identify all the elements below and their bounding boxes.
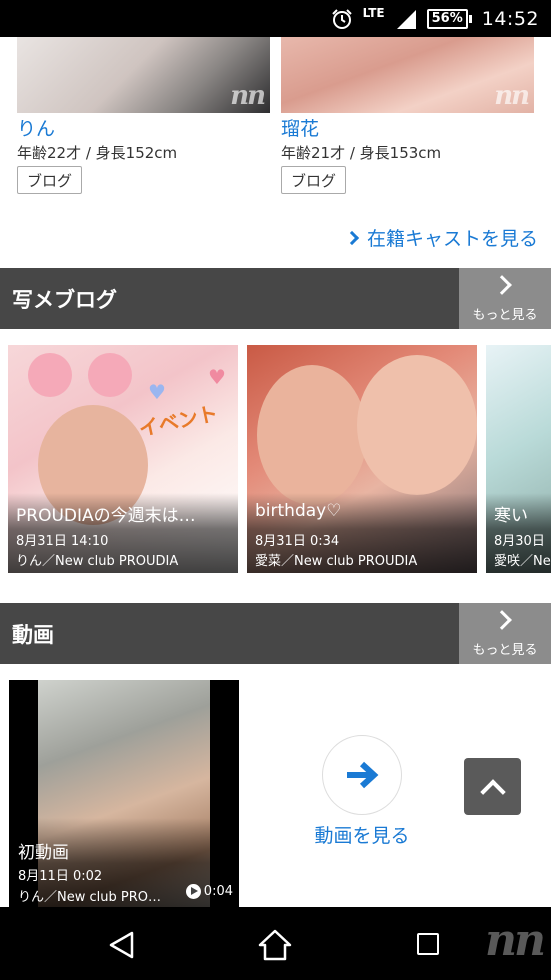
cast-name-link[interactable]: りん (17, 114, 55, 141)
blog-more-button[interactable]: もっと見る (459, 268, 551, 329)
blog-button-label: ブログ (27, 171, 73, 190)
app-screen: LTE 56% 14:52 nn nn りん 瑠花 年齢22才 / 身長152c… (0, 0, 551, 980)
blog-card-title: birthday♡ (255, 501, 342, 521)
signal-icon (396, 9, 416, 29)
see-all-cast-link[interactable]: 在籍キャストを見る (344, 224, 538, 251)
see-video-label: 動画を見る (314, 825, 410, 847)
cast-name-link[interactable]: 瑠花 (281, 114, 319, 141)
recent-apps-icon[interactable] (417, 933, 439, 955)
blog-card[interactable]: 寒い 8月30日 愛咲／New club PROUDIA (486, 345, 551, 573)
photo-subject (357, 355, 477, 495)
chevron-right-icon (344, 230, 360, 245)
section-title: 動画 (12, 623, 54, 647)
scroll-to-top-button[interactable] (464, 758, 521, 815)
bear-ear-decoration (88, 353, 132, 397)
blog-card[interactable]: birthday♡ 8月31日 0:34 愛菜／New club PROUDIA (247, 345, 477, 573)
chevron-up-icon (479, 778, 506, 805)
cast-photo[interactable]: nn (17, 37, 270, 113)
battery-level: 56% (431, 11, 463, 26)
video-author: りん／New club PRO… (18, 890, 161, 905)
navigation-bar: nn (0, 907, 551, 980)
blog-card-author: 愛菜／New club PROUDIA (255, 554, 418, 569)
photo-subject (257, 365, 367, 505)
bear-ear-decoration (28, 353, 72, 397)
see-video-link[interactable]: 動画を見る (300, 735, 424, 848)
see-all-cast-label: 在籍キャストを見る (366, 228, 538, 250)
blog-card-date: 8月30日 (494, 534, 545, 549)
chevron-right-icon (492, 610, 512, 630)
clock: 14:52 (481, 7, 539, 30)
video-duration: 0:04 (185, 884, 233, 899)
more-label: もっと見る (472, 643, 538, 658)
blog-button[interactable]: ブログ (17, 166, 83, 194)
blog-card-author: 愛咲／New club PROUDIA (494, 554, 551, 569)
cast-photo[interactable]: nn (281, 37, 534, 113)
alarm-icon (331, 8, 352, 29)
heart-icon: ♥ (208, 365, 226, 389)
blog-card-author: りん／New club PROUDIA (16, 554, 179, 569)
blog-card-title: 寒い (494, 506, 528, 526)
video-date: 8月11日 0:02 (18, 869, 103, 884)
back-icon[interactable] (108, 931, 136, 959)
blog-card-date: 8月31日 14:10 (16, 534, 109, 549)
status-bar: LTE 56% 14:52 (0, 0, 551, 37)
video-card[interactable]: 初動画 8月11日 0:02 りん／New club PRO… 0:04 (9, 680, 239, 908)
arrow-right-icon (322, 735, 402, 815)
video-title: 初動画 (18, 843, 69, 863)
more-label: もっと見る (472, 308, 538, 323)
network-type: LTE (362, 5, 385, 20)
video-duration-label: 0:04 (203, 884, 233, 899)
blog-button[interactable]: ブログ (281, 166, 347, 194)
chevron-right-icon (492, 275, 512, 295)
video-more-button[interactable]: もっと見る (459, 603, 551, 664)
blog-card[interactable]: イベント ♥ ♥ PROUDIAの今週末は… 8月31日 14:10 りん／Ne… (8, 345, 238, 573)
cast-profile-info: 年齢22才 / 身長152cm (17, 144, 178, 162)
blog-section-header: 写メブログ もっと見る (0, 268, 551, 329)
watermark-logo: nn (230, 81, 266, 111)
watermark-logo: nn (494, 81, 530, 111)
heart-icon: ♥ (148, 380, 166, 404)
video-section-header: 動画 もっと見る (0, 603, 551, 664)
section-title: 写メブログ (12, 288, 117, 312)
blog-button-label: ブログ (291, 171, 337, 190)
watermark-logo: nn (485, 915, 546, 966)
blog-card-title: PROUDIAの今週末は… (16, 506, 196, 526)
home-icon[interactable] (258, 929, 292, 961)
cast-profile-info: 年齢21才 / 身長153cm (281, 144, 442, 162)
battery-icon: 56% (426, 8, 472, 29)
blog-card-date: 8月31日 0:34 (255, 534, 340, 549)
play-icon (185, 884, 201, 899)
